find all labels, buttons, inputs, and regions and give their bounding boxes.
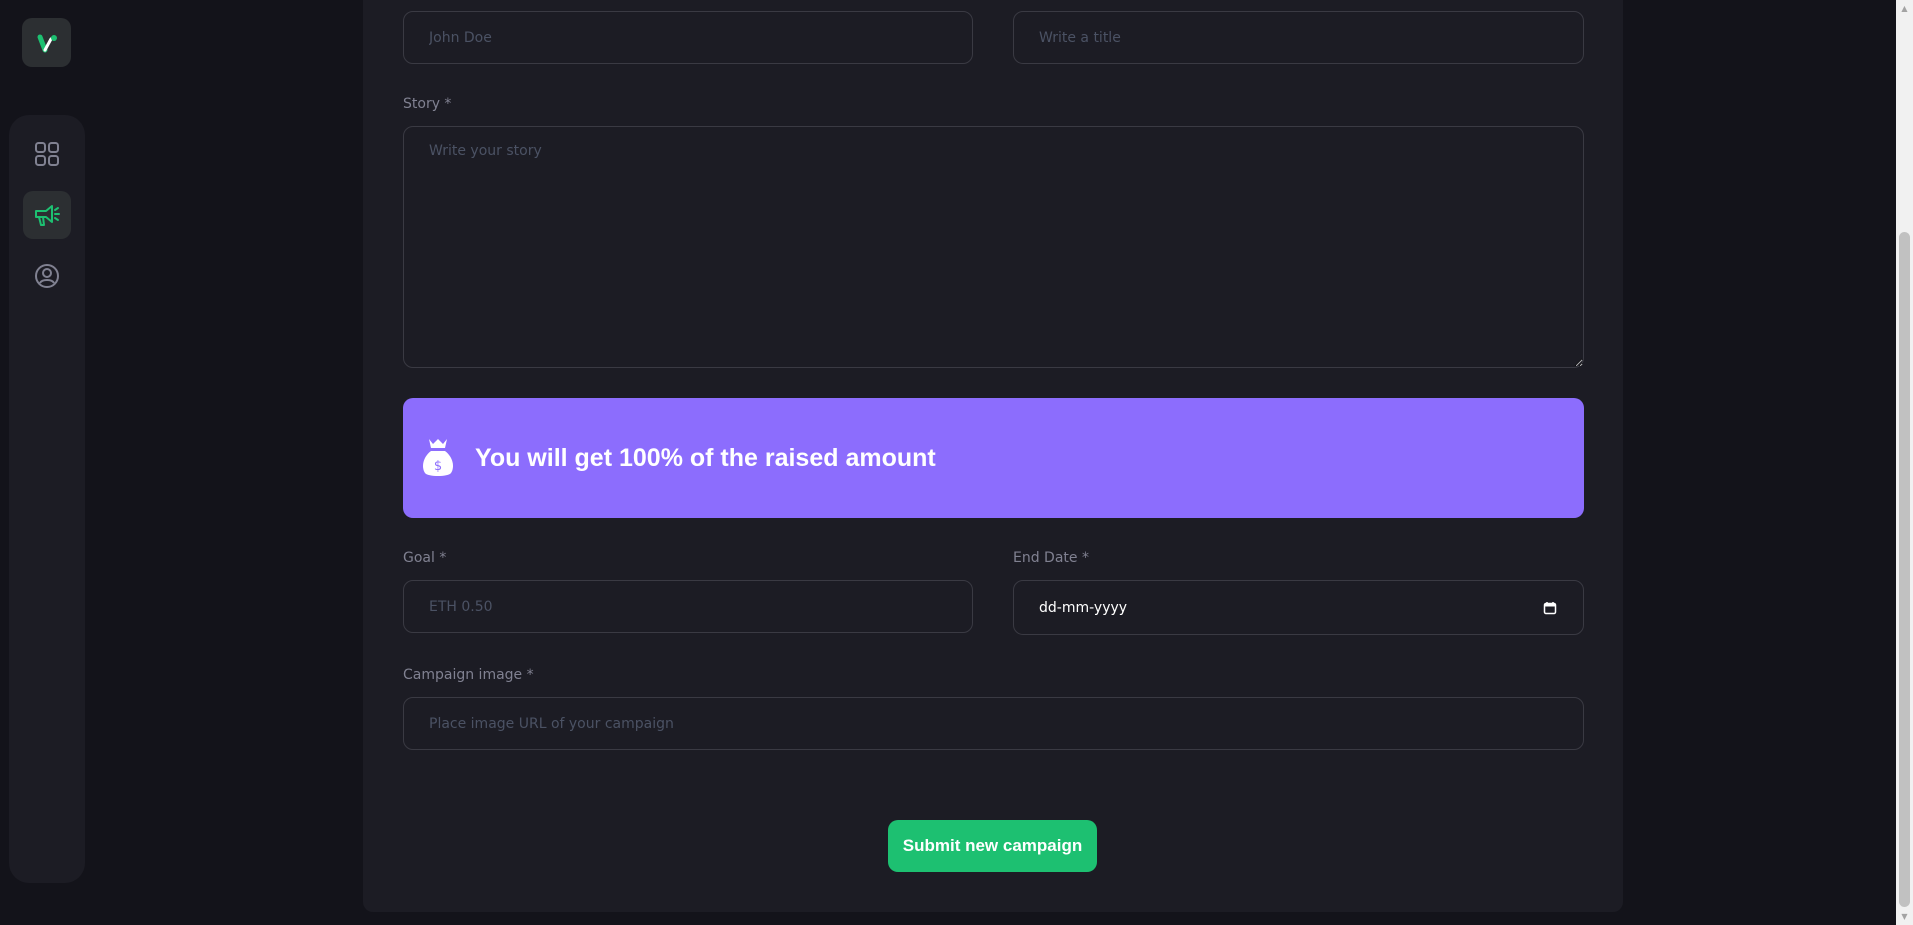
profile-icon	[35, 264, 59, 288]
sidebar-item-campaign[interactable]	[23, 191, 71, 239]
raised-amount-banner: $ You will get 100% of the raised amount	[403, 398, 1584, 518]
goal-input[interactable]	[403, 580, 973, 633]
campaign-image-input[interactable]	[403, 697, 1584, 750]
campaign-icon	[35, 205, 60, 226]
banner-text: You will get 100% of the raised amount	[475, 443, 936, 472]
sidebar-item-dashboard[interactable]	[23, 130, 71, 178]
money-bag-icon: $	[423, 439, 453, 476]
campaign-image-label: Campaign image *	[403, 667, 534, 683]
logo-icon	[37, 34, 57, 52]
story-textarea[interactable]	[403, 126, 1584, 368]
logo[interactable]	[22, 18, 71, 67]
submit-campaign-button[interactable]: Submit new campaign	[888, 820, 1097, 872]
scroll-up-icon[interactable]: ▲	[1896, 0, 1913, 17]
goal-label: Goal *	[403, 550, 447, 566]
page-scrollbar[interactable]: ▲ ▼	[1896, 0, 1913, 925]
story-label: Story *	[403, 96, 452, 112]
scroll-down-icon[interactable]: ▼	[1896, 908, 1913, 925]
calendar-icon[interactable]	[1543, 601, 1557, 615]
sidebar	[9, 115, 85, 883]
dashboard-icon	[35, 142, 59, 166]
scroll-thumb[interactable]	[1899, 232, 1910, 907]
name-input[interactable]	[403, 11, 973, 64]
title-input[interactable]	[1013, 11, 1584, 64]
svg-text:$: $	[434, 459, 442, 474]
end-date-input[interactable]: dd-mm-yyyy	[1013, 580, 1584, 635]
end-date-label: End Date *	[1013, 550, 1089, 566]
end-date-value: dd-mm-yyyy	[1039, 599, 1128, 616]
sidebar-item-profile[interactable]	[23, 252, 71, 300]
